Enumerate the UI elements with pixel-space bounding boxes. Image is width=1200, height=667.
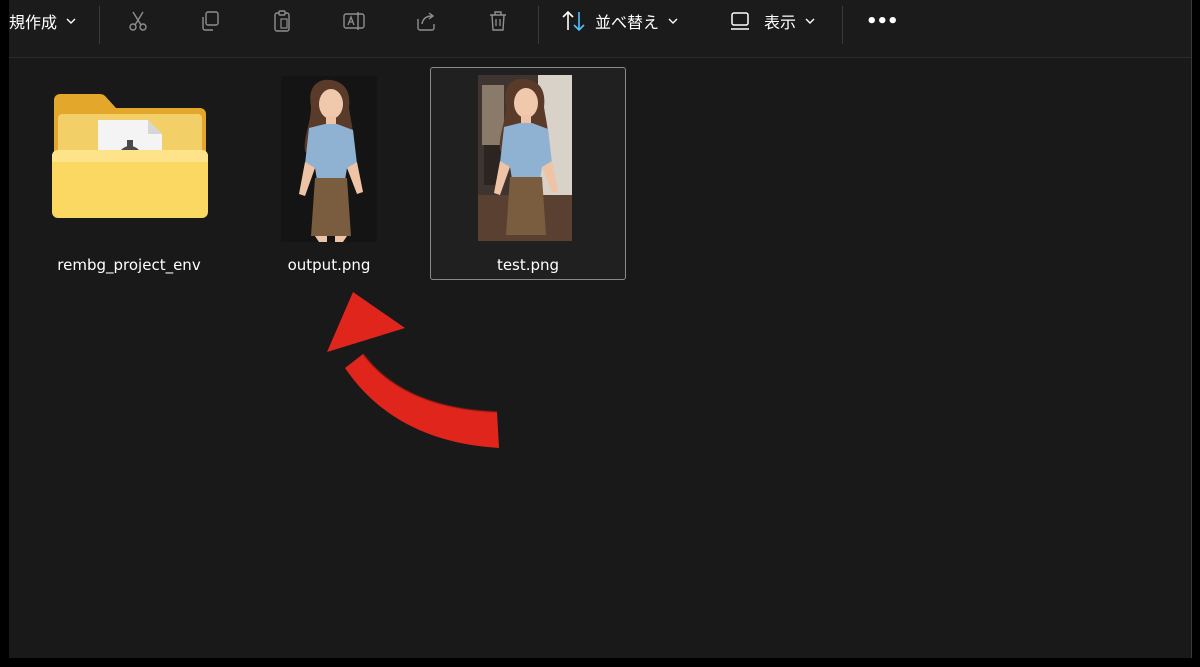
toolbar-separator — [99, 6, 100, 44]
chevron-down-icon — [66, 18, 76, 24]
rename-icon — [342, 9, 366, 33]
toolbar-separator — [538, 6, 539, 44]
file-explorer-window: 規作成 並べ替え 表示 ••• rembg_project_env output… — [9, 0, 1192, 658]
file-name: output.png — [287, 256, 371, 274]
image-thumbnail — [281, 76, 377, 242]
new-button[interactable]: 規作成 — [9, 0, 77, 42]
paste-button[interactable] — [270, 0, 294, 42]
share-button[interactable] — [414, 0, 438, 42]
clipboard-icon — [270, 9, 294, 33]
delete-button[interactable] — [486, 0, 510, 42]
image-thumbnail — [478, 75, 572, 241]
sort-arrows-icon — [561, 9, 585, 33]
sort-button[interactable]: 並べ替え — [561, 0, 679, 42]
rename-button[interactable] — [342, 0, 366, 42]
folder-icon — [52, 94, 208, 218]
share-icon — [414, 9, 438, 33]
image-file-item-selected[interactable]: test.png — [430, 67, 626, 280]
chevron-down-icon — [805, 18, 815, 24]
trash-icon — [486, 9, 510, 33]
sort-label: 並べ替え — [595, 13, 660, 32]
person-cutout-image — [299, 79, 363, 242]
scissors-icon — [126, 9, 150, 33]
red-curved-arrow-annotation — [327, 292, 499, 448]
toolbar-separator — [842, 6, 843, 44]
folder-item[interactable]: rembg_project_env — [29, 70, 229, 280]
new-label: 規作成 — [9, 13, 58, 32]
image-file-item[interactable]: output.png — [229, 70, 429, 280]
file-name: test.png — [496, 256, 560, 274]
cut-button[interactable] — [126, 0, 150, 42]
view-layout-icon — [728, 9, 752, 33]
view-button[interactable]: 表示 — [728, 0, 816, 42]
more-options-button[interactable]: ••• — [866, 0, 899, 42]
command-bar: 規作成 並べ替え 表示 ••• — [9, 0, 1191, 58]
copy-button[interactable] — [198, 0, 222, 42]
view-label: 表示 — [764, 13, 797, 32]
copy-icon — [198, 9, 222, 33]
more-icon: ••• — [866, 10, 899, 32]
file-name: rembg_project_env — [57, 256, 201, 274]
person-photo-image — [478, 75, 572, 241]
chevron-down-icon — [668, 18, 678, 24]
